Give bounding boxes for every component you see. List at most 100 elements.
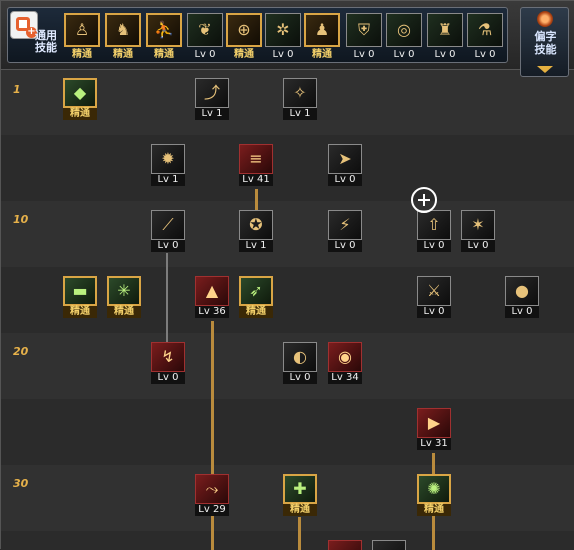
skill-level: Lv 0 [474,49,496,60]
skill-r7-a[interactable]: ⤳ Lv 29 [195,474,231,518]
common-skill-7[interactable]: ♟ 精通 [304,13,340,63]
skill-r4-b[interactable]: ✳ 精通 [107,276,143,320]
skill-level: Lv 0 [505,306,539,318]
skill-r4-a[interactable]: ▬ 精通 [63,276,99,320]
skill-r4-f[interactable]: ● Lv 0 [505,276,541,320]
skill-gear-icon: ✲ [265,13,301,47]
skill-level: Lv 0 [328,240,362,252]
row-band-2 [1,135,574,201]
skill-r2-c[interactable]: ➤ Lv 0 [328,144,364,188]
skill-grenade-icon: ● [505,276,539,306]
skill-r4-d[interactable]: ➶ 精通 [239,276,275,320]
skill-shield-icon: ⛨ [346,13,382,47]
preferred-skills-button[interactable]: 偏字 技能 [520,7,569,77]
skill-level: Lv 0 [283,372,317,384]
skill-r2-b[interactable]: ≡ Lv 41 [239,144,275,188]
skill-tree-window: 1 10 20 30 + 通用 技能 ♙ 精通 ♞ 精通 ⛹ 精通 ❦ Lv 0… [0,0,574,550]
skill-emblem-icon: ◆ [63,78,97,108]
skill-level: Lv 1 [283,108,317,120]
skill-sit-icon: ♙ [64,13,100,47]
skill-r3-b[interactable]: ✪ Lv 1 [239,210,275,254]
skill-level: 精通 [239,306,273,318]
common-skill-10[interactable]: ♜ Lv 0 [427,13,463,63]
skill-burst-icon: ✹ [151,144,185,174]
skill-r1-a[interactable]: ◆ 精通 [63,78,99,122]
skill-level: Lv 1 [151,174,185,186]
common-skill-8[interactable]: ⛨ Lv 0 [346,13,382,63]
skill-level: 精通 [154,49,174,60]
skill-r2-a[interactable]: ✹ Lv 1 [151,144,187,188]
skill-level: Lv 0 [151,240,185,252]
skill-cannon-icon: ▶ [417,408,451,438]
skill-r4-e[interactable]: ⚔ Lv 0 [417,276,453,320]
skill-round-icon: ◐ [283,342,317,372]
common-skill-5[interactable]: ⊕ 精通 [226,13,262,63]
connector-line [298,517,301,550]
skill-arrow-icon: ⤴ [195,78,229,108]
skill-level: Lv 1 [239,240,273,252]
skill-upgrade-icon: ⇧ [417,210,451,240]
skill-swirl-icon: ↯ [151,342,185,372]
skill-fire-icon: ▲ [195,276,229,306]
common-skill-3[interactable]: ⛹ 精通 [146,13,182,63]
skill-eye-icon: ◉ [328,342,362,372]
skill-level: Lv 0 [393,49,415,60]
skill-level: 精通 [72,49,92,60]
skill-level: 精通 [63,306,97,318]
row-level-label: 30 [13,477,29,490]
skill-level: Lv 1 [195,108,229,120]
skill-slash-icon: ⟋ [151,210,185,240]
skill-lightning-icon: ⚡ [328,210,362,240]
skill-rifle-icon: ▬ [63,276,97,306]
skill-level: Lv 0 [328,174,362,186]
skill-gun-plus-icon: ✚ [283,474,317,504]
row-band-6 [1,399,574,465]
skill-spark-icon: ✧ [283,78,317,108]
skill-r6-a[interactable]: ▶ Lv 31 [417,408,453,452]
skill-level: Lv 36 [195,306,229,318]
skill-r1-c[interactable]: ✧ Lv 1 [283,78,319,122]
skill-r3-a[interactable]: ⟋ Lv 0 [151,210,187,254]
skill-level: 精通 [312,49,332,60]
skill-star-icon: ✶ [461,210,495,240]
skill-arc-icon: ➶ [239,276,273,306]
skill-bullets-icon: ≡ [239,144,273,174]
skill-level: Lv 41 [239,174,273,186]
skill-level: 精通 [283,504,317,516]
common-skill-4[interactable]: ❦ Lv 0 [187,13,223,63]
orb-icon [537,11,553,27]
common-skill-9[interactable]: ◎ Lv 0 [386,13,422,63]
skill-r3-e[interactable]: ✶ Lv 0 [461,210,497,254]
connector-line [166,253,168,343]
skill-r3-d[interactable]: ⇧ Lv 0 [417,210,453,254]
skill-level: Lv 34 [328,372,362,384]
skill-figure-icon: ♟ [304,13,340,47]
skill-bottle-icon: ⚗ [467,13,503,47]
common-skills-label: 通用 技能 [35,29,57,54]
skill-level: 精通 [107,306,141,318]
skill-level: Lv 0 [417,240,451,252]
skill-explosion-icon: ✪ [239,210,273,240]
common-skill-11[interactable]: ⚗ Lv 0 [467,13,503,63]
skill-r7-b[interactable]: ✚ 精通 [283,474,319,518]
common-skill-2[interactable]: ♞ 精通 [105,13,141,63]
skill-level: Lv 0 [461,240,495,252]
skill-kick-icon: ⚔ [417,276,451,306]
common-skill-1[interactable]: ♙ 精通 [64,13,100,63]
skill-level: Lv 0 [353,49,375,60]
skill-r1-b[interactable]: ⤴ Lv 1 [195,78,231,122]
common-skill-6[interactable]: ✲ Lv 0 [265,13,301,63]
skill-level: Lv 0 [151,372,185,384]
skill-r5-c[interactable]: ◉ Lv 34 [328,342,364,386]
skill-r4-c[interactable]: ▲ Lv 36 [195,276,231,320]
skill-target-icon: ⊕ [226,13,262,47]
skill-r7-c[interactable]: ✺ 精通 [417,474,453,518]
skill-r3-c[interactable]: ⚡ Lv 0 [328,210,364,254]
skill-run-icon: ⛹ [146,13,182,47]
skill-r5-a[interactable]: ↯ Lv 0 [151,342,187,386]
arrow-down-icon [537,66,553,73]
skill-level: Lv 0 [194,49,216,60]
row-band-8 [1,531,574,550]
skill-r5-b[interactable]: ◐ Lv 0 [283,342,319,386]
row-level-label: 1 [13,83,21,96]
